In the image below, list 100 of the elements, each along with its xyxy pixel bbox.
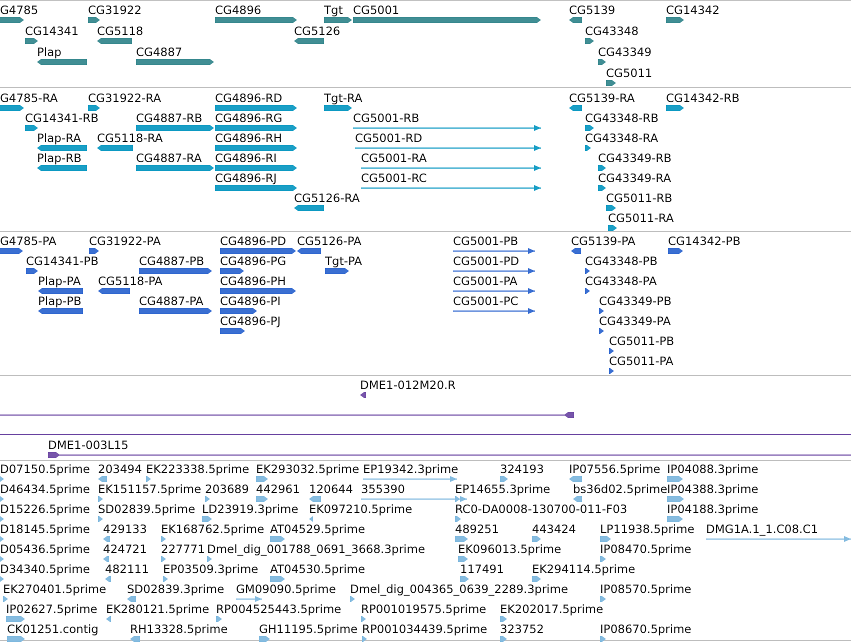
feature-label: CG4896 [215, 3, 262, 17]
feature-label: IP08470.5prime [600, 542, 692, 556]
feature-label: 227771 [161, 542, 205, 556]
feature-label: EP03509.3prime [163, 562, 258, 576]
feature-label: Tgt-RA [324, 91, 362, 105]
feature-label: CG5118-RA [97, 131, 163, 145]
feature-label: CG31922-PA [89, 234, 161, 248]
feature-label: CG14342 [666, 3, 720, 17]
feature-label: IP04088.3prime [667, 462, 758, 476]
feature-label: CG4887-RA [136, 151, 202, 165]
feature-label: CG4896-RJ [215, 171, 277, 185]
feature-label: CK01251.contig [7, 622, 98, 636]
feature-label: EK202017.5prime [500, 602, 604, 616]
feature-label: EK280121.5prime [106, 602, 210, 616]
feature-label: RC0-DA0008-130700-011-F03 [455, 502, 628, 516]
feature-label: SD02839.5prime [98, 502, 196, 516]
feature-label: AT04529.5prime [270, 522, 366, 536]
feature-label: EK151157.5prime [98, 482, 202, 496]
feature-label: CG4887-PA [139, 294, 204, 308]
feature-label: RP001019575.5prime [361, 602, 486, 616]
feature-label: CG4896-PD [220, 234, 286, 248]
feature-label: CG5118-PA [98, 274, 162, 288]
feature-label: D34340.5prime [0, 562, 90, 576]
feature-label: CG4896-PI [220, 294, 281, 308]
feature-label: CG4896-PJ [220, 314, 281, 328]
feature-label: Plap [37, 45, 62, 59]
feature-label: CG14341 [25, 24, 79, 38]
feature-label: D46434.5prime [0, 482, 90, 496]
feature-label: 203494 [98, 462, 142, 476]
feature-label: CG4896-RD [215, 91, 282, 105]
feature-label: DME1-003L15 [48, 438, 128, 452]
feature-label: DME1-012M20.R [360, 378, 456, 392]
feature-label: SD02839.3prime [127, 582, 224, 596]
feature-label: D18145.5prime [0, 522, 90, 536]
feature-label: CG4887-PB [139, 254, 204, 268]
feature-label: CG43349-PB [599, 294, 672, 308]
feature-label: 489251 [455, 522, 499, 536]
feature-label: IP04188.3prime [667, 502, 758, 516]
feature-label: D07150.5prime [0, 462, 90, 476]
feature-label: G4785-RA [0, 91, 58, 105]
feature-label: CG43349-RB [598, 151, 672, 165]
feature-label: RP004525443.5prime [216, 602, 342, 616]
feature-label: Plap-RB [37, 151, 82, 165]
feature-label: CG43349 [598, 45, 652, 59]
feature-label: 117491 [460, 562, 504, 576]
feature-label: IP04388.3prime [667, 482, 758, 496]
feature-label: IP02627.5prime [6, 602, 98, 616]
feature-label: 429133 [103, 522, 147, 536]
feature-label: CG14342-PB [668, 234, 740, 248]
feature-label: Tgt-PA [325, 254, 362, 268]
feature-label: CG5011-RA [608, 211, 674, 225]
feature-label: EK293032.5prime [256, 462, 360, 476]
feature-label: CG14342-RB [666, 91, 740, 105]
feature-label: EK168762.5prime [161, 522, 264, 536]
feature-label: 424721 [103, 542, 147, 556]
feature-label: CG5139-RA [569, 91, 635, 105]
feature-label: CG14341-PB [26, 254, 98, 268]
feature-label: CG43348 [585, 24, 639, 38]
feature-label: CG43348-PB [585, 254, 658, 268]
feature-label: AT04530.5prime [270, 562, 366, 576]
feature-label: CG5139-PA [571, 234, 636, 248]
feature-label: CG31922-RA [88, 91, 162, 105]
feature-label: CG5001-PB [453, 234, 518, 248]
feature-label: CG5139 [569, 3, 616, 17]
feature-label: IP07556.5prime [569, 462, 660, 476]
feature-label: 442961 [256, 482, 300, 496]
feature-label: EP14655.3prime [455, 482, 550, 496]
feature-label: CG5011-RB [606, 191, 672, 205]
feature-label: Dmel_dig_001788_0691_3668.3prime [207, 542, 426, 556]
feature-label: 203689 [205, 482, 249, 496]
feature-label: CG5001-RB [353, 111, 420, 125]
feature-label: CG4896-RG [215, 111, 282, 125]
feature-label: CG4887 [136, 45, 182, 59]
feature-label: IP08570.5prime [600, 582, 692, 596]
feature-label: CG5011-PB [609, 334, 674, 348]
feature-label: CG5001-PD [453, 254, 520, 268]
feature-label: CG43348-RA [585, 131, 658, 145]
feature-label: EK096013.5prime [458, 542, 562, 556]
feature-label: G4785 [0, 3, 38, 17]
feature-label: CG4896-RI [215, 151, 277, 165]
feature-label: CG4896-RH [215, 131, 282, 145]
feature-label: CG14341-RB [25, 111, 99, 125]
feature-label: D05436.5prime [0, 542, 90, 556]
feature-label: D15226.5prime [0, 502, 90, 516]
feature-label: IP08670.5prime [600, 622, 692, 636]
feature-label: CG43349-PA [599, 314, 671, 328]
feature-label: EK223338.5prime [146, 462, 250, 476]
feature-label: CG31922 [88, 3, 142, 17]
feature-label: CG5001-PA [453, 274, 518, 288]
feature-label: CG5001 [353, 3, 400, 17]
feature-label: LD23919.3prime [202, 502, 298, 516]
feature-label: Tgt [324, 3, 343, 17]
feature-label: CG5001-RA [361, 151, 427, 165]
feature-label: 443424 [532, 522, 576, 536]
feature-label: CG5011 [606, 66, 652, 80]
feature-label: EP19342.3prime [363, 462, 458, 476]
feature-label: CG43348-RB [585, 111, 659, 125]
feature-label: CG4887-RB [136, 111, 202, 125]
feature-label: CG43349-RA [598, 171, 672, 185]
feature-label: RH13328.5prime [130, 622, 228, 636]
